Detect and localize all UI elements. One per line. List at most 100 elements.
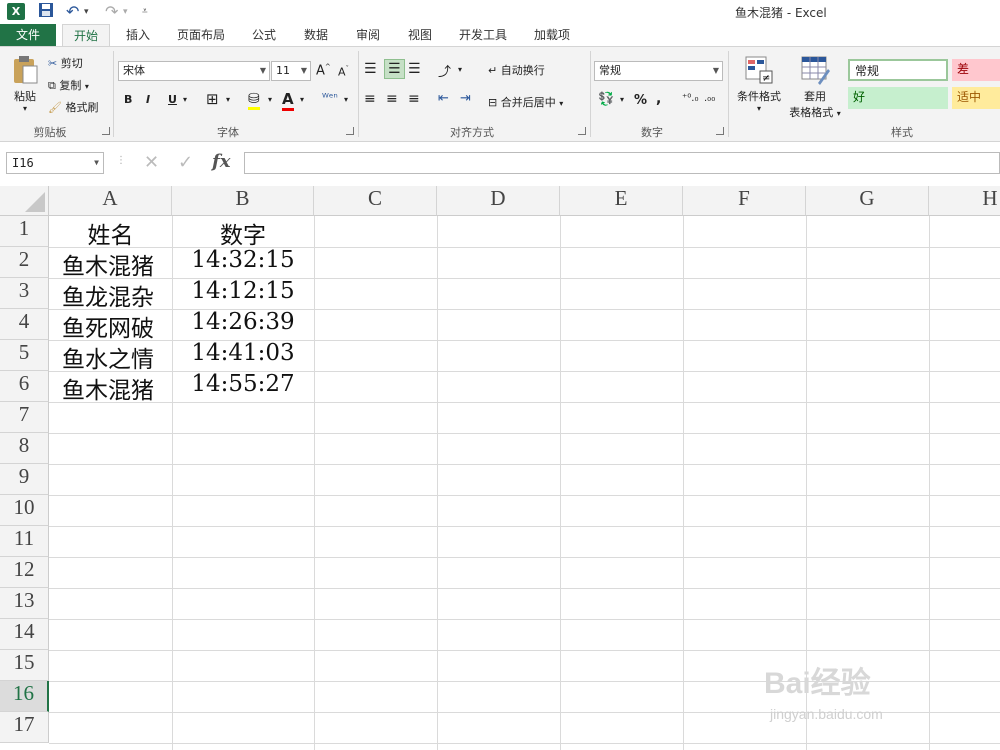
number-format-select[interactable]: 常规 ▼ [594,61,723,81]
tab-review[interactable]: 审阅 [348,24,388,47]
tab-developer[interactable]: 开发工具 [450,24,516,47]
enter-icon[interactable]: ✓ [178,152,193,173]
cell-a6[interactable]: 鱼木混猪 [62,371,172,404]
align-left-icon[interactable]: ≡ [364,91,376,107]
clipboard-launcher-icon[interactable] [102,127,110,135]
format-as-table-button[interactable]: 套用 表格格式 ▾ [786,55,844,120]
column-header-d[interactable]: D [437,186,560,216]
cell-a2[interactable]: 鱼木混猪 [62,247,172,280]
column-header-b[interactable]: B [172,186,314,216]
column-header-a[interactable]: A [49,186,172,216]
border-dropdown-icon[interactable]: ▾ [226,95,230,104]
tab-formulas[interactable]: 公式 [244,24,284,47]
shrink-font-icon[interactable]: Aˇ [338,65,349,79]
row-header[interactable]: 13 [0,588,49,619]
comma-button[interactable]: , [656,91,661,107]
column-header-g[interactable]: G [806,186,929,216]
underline-button[interactable]: U [168,93,177,106]
tab-addins[interactable]: 加载项 [526,24,578,47]
cut-button[interactable]: ✂ 剪切 [48,55,83,71]
select-all-button[interactable] [0,186,49,216]
bold-button[interactable]: B [124,93,132,106]
column-header-e[interactable]: E [560,186,683,216]
tab-home[interactable]: 开始 [62,24,110,47]
font-size-select[interactable]: 11 ▼ [271,61,311,81]
cell-style-bad[interactable]: 差 [952,59,1000,81]
undo-dropdown-icon[interactable]: ▾ [84,2,89,22]
align-middle-icon[interactable]: ☰ [384,59,405,79]
merge-center-button[interactable]: ⊟ 合并后居中 ▾ [488,94,563,110]
italic-button[interactable]: I [146,93,150,106]
column-header-h[interactable]: H [929,186,1000,216]
row-header[interactable]: 5 [0,340,49,371]
align-center-icon[interactable]: ≡ [386,91,398,107]
cell-style-neutral[interactable]: 适中 [952,87,1000,109]
phonetic-icon[interactable]: ᵂᵉⁿ [322,91,338,104]
cell-style-good[interactable]: 好 [848,87,948,109]
increase-indent-icon[interactable]: ⇥ [460,91,471,106]
insert-function-icon[interactable]: fx [212,151,230,172]
copy-button[interactable]: ⧉ 复制 ▾ [48,77,89,93]
tab-view[interactable]: 视图 [400,24,440,47]
tab-data[interactable]: 数据 [296,24,336,47]
decrease-indent-icon[interactable]: ⇤ [438,91,449,106]
number-launcher-icon[interactable] [716,127,724,135]
row-header[interactable]: 1 [0,216,49,247]
accounting-dropdown-icon[interactable]: ▾ [620,95,624,104]
phonetic-dropdown-icon[interactable]: ▾ [344,95,348,104]
fill-color-dropdown-icon[interactable]: ▾ [268,95,272,104]
row-header[interactable]: 8 [0,433,49,464]
conditional-format-button[interactable]: ≠ 条件格式 ▾ [734,55,784,113]
grow-font-icon[interactable]: A^ [316,63,331,78]
column-header-c[interactable]: C [314,186,437,216]
formula-input[interactable] [244,152,1000,174]
cell-a4[interactable]: 鱼死网破 [62,309,172,342]
font-color-dropdown-icon[interactable]: ▾ [300,95,304,104]
format-painter-button[interactable]: 🖌 格式刷 [48,99,98,115]
cell-style-normal[interactable]: 常规 [848,59,948,81]
row-header[interactable]: 12 [0,557,49,588]
underline-dropdown-icon[interactable]: ▾ [183,95,187,104]
align-top-icon[interactable]: ☰ [364,61,377,77]
orientation-dropdown-icon[interactable]: ▾ [458,65,462,74]
fill-color-icon[interactable]: ⛁ [248,91,260,110]
row-header[interactable]: 14 [0,619,49,650]
row-header[interactable]: 15 [0,650,49,681]
decrease-decimal-icon[interactable]: .₀₀ [704,93,715,104]
tab-file[interactable]: 文件 [0,24,56,47]
row-header[interactable]: 10 [0,495,49,526]
font-launcher-icon[interactable] [346,127,354,135]
cell-a1[interactable]: 姓名 [49,216,172,249]
tab-page-layout[interactable]: 页面布局 [170,24,232,47]
redo-icon[interactable]: ↷ [105,2,118,22]
row-header[interactable]: 4 [0,309,49,340]
row-header[interactable]: 3 [0,278,49,309]
row-header[interactable]: 11 [0,526,49,557]
border-icon[interactable]: ⊞ [206,90,219,108]
row-header[interactable]: 2 [0,247,49,278]
alignment-launcher-icon[interactable] [578,127,586,135]
paste-button[interactable]: 粘贴 ▾ [8,55,42,119]
redo-dropdown-icon[interactable]: ▾ [123,2,128,22]
row-header[interactable]: 9 [0,464,49,495]
cell-b4[interactable]: 14:26:39 [172,309,314,340]
font-color-icon[interactable]: A [282,90,294,111]
column-header-f[interactable]: F [683,186,806,216]
accounting-icon[interactable]: 💱 [598,92,614,107]
cell-b2[interactable]: 14:32:15 [172,247,314,278]
name-box[interactable]: I16 ▼ [6,152,104,174]
wrap-text-button[interactable]: ↵ 自动换行 [488,62,545,78]
row-header[interactable]: 7 [0,402,49,433]
font-name-select[interactable]: 宋体 ▼ [118,61,270,81]
cell-a3[interactable]: 鱼龙混杂 [62,278,172,311]
cell-b1[interactable]: 数字 [172,216,314,249]
cancel-icon[interactable]: ✕ [144,152,159,173]
save-icon[interactable] [38,2,54,22]
cell-b5[interactable]: 14:41:03 [172,340,314,371]
row-header-selected[interactable]: 16 [0,681,49,712]
align-bottom-icon[interactable]: ☰ [408,61,421,77]
cell-a5[interactable]: 鱼水之情 [62,340,172,373]
row-header[interactable]: 6 [0,371,49,402]
cell-b3[interactable]: 14:12:15 [172,278,314,309]
tab-insert[interactable]: 插入 [118,24,158,47]
